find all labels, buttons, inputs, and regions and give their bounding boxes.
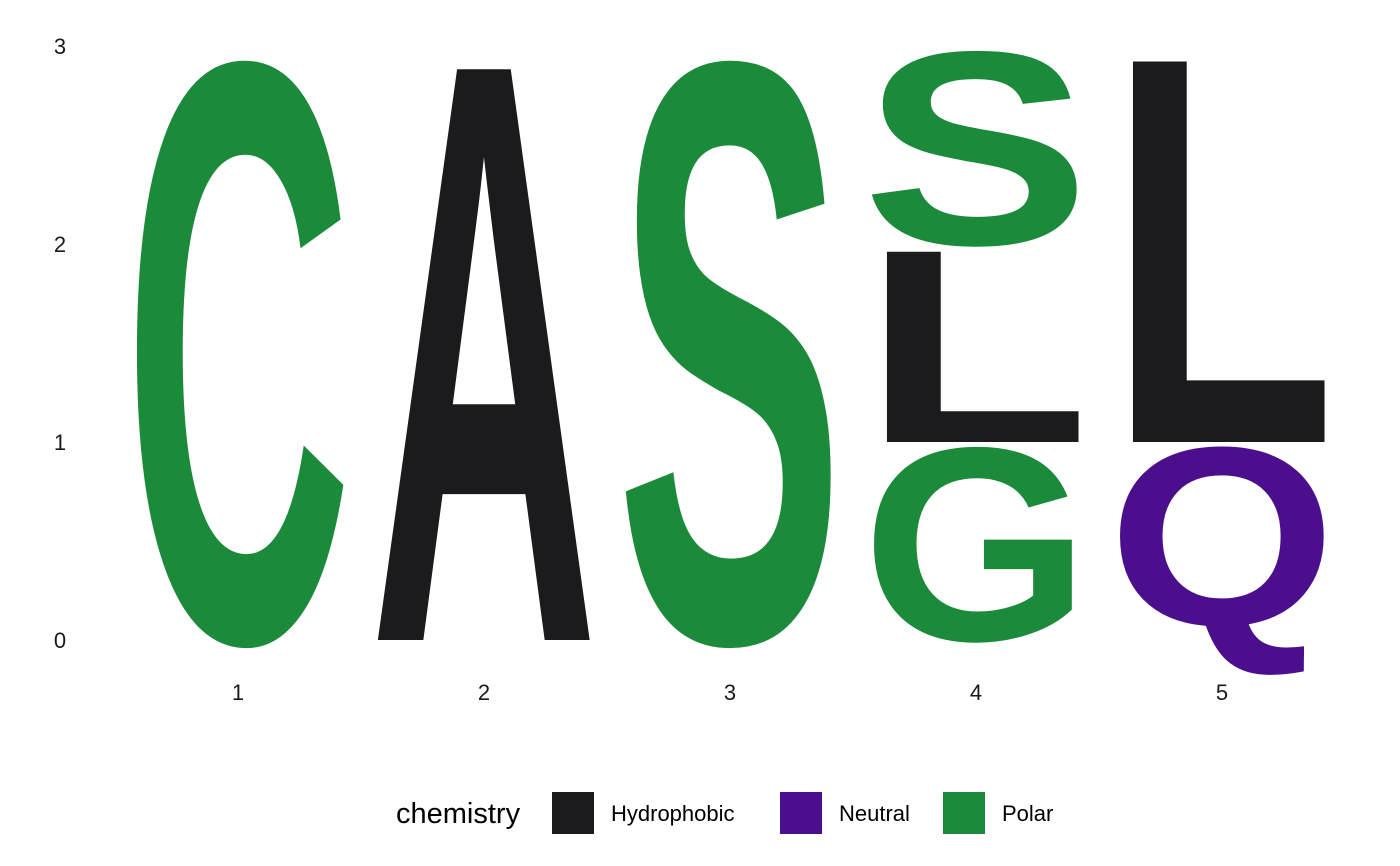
logo-letter-a: A xyxy=(370,0,598,817)
logo-letter-l: L xyxy=(1108,0,1336,559)
y-tick-label: 2 xyxy=(54,232,66,257)
svg-text:L: L xyxy=(1108,0,1336,559)
legend-swatch xyxy=(780,792,822,834)
svg-text:S: S xyxy=(616,0,844,817)
logo-letter-c: C xyxy=(124,0,352,817)
svg-text:S: S xyxy=(862,0,1090,303)
svg-text:C: C xyxy=(124,0,352,817)
y-tick-label: 1 xyxy=(54,430,66,455)
legend-item-polar: Polar xyxy=(943,792,1053,834)
sequence-logo-chart: 0123 12345 C A S GLSQL chemistry Hydrophobic… xyxy=(54,0,1336,834)
x-tick-label: 5 xyxy=(1216,680,1228,705)
legend-item-neutral: Neutral xyxy=(780,792,910,834)
y-tick-label: 3 xyxy=(54,34,66,59)
y-axis: 0 1 2 3 xyxy=(54,34,66,653)
legend-label: Polar xyxy=(1002,801,1053,826)
legend-swatch xyxy=(943,792,985,834)
y-tick-label: 0 xyxy=(54,628,66,653)
svg-text:A: A xyxy=(370,0,598,817)
logo-letter-s: S xyxy=(616,0,844,817)
logo-letter-s: S xyxy=(862,0,1090,303)
legend-swatch xyxy=(552,792,594,834)
legend-title: chemistry xyxy=(396,798,521,830)
legend-label: Hydrophobic xyxy=(611,801,735,826)
logo-letters: C A S GLSQL xyxy=(124,0,1336,817)
legend-label: Neutral xyxy=(839,801,910,826)
